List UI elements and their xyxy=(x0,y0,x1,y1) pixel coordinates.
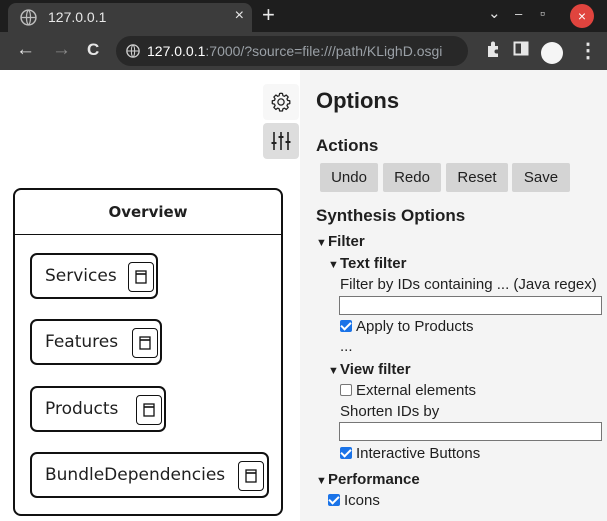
filter-regex-label: Filter by IDs containing ... (Java regex… xyxy=(340,276,597,293)
gear-icon xyxy=(271,92,291,112)
options-title: Options xyxy=(316,88,400,113)
apply-to-products-label: Apply to Products xyxy=(356,318,474,335)
collapse-icon xyxy=(245,469,257,483)
profile-avatar[interactable] xyxy=(541,42,563,64)
external-elements-label: External elements xyxy=(356,382,477,399)
performance-label: Performance xyxy=(328,471,420,488)
shorten-ids-label: Shorten IDs by xyxy=(340,403,440,420)
view-filter-category[interactable]: ▼View filter xyxy=(328,361,411,378)
external-elements-checkbox[interactable] xyxy=(340,384,352,396)
tab-close-icon[interactable]: × xyxy=(235,7,244,25)
node-bundledependencies[interactable]: BundleDependencies xyxy=(30,452,269,498)
reload-button[interactable]: C xyxy=(87,38,99,62)
text-filter-category[interactable]: ▼Text filter xyxy=(328,255,406,272)
icons-label: Icons xyxy=(344,492,380,509)
node-label: BundleDependencies xyxy=(45,465,226,485)
url-path: :7000/?source=file:///path/KLighD.osgi xyxy=(205,43,443,59)
extensions-icon[interactable] xyxy=(485,40,501,58)
expand-marker-icon: ▼ xyxy=(328,365,339,377)
forward-button[interactable]: → xyxy=(52,38,71,62)
overview-node[interactable]: Overview Services Features Products Bund… xyxy=(13,188,283,516)
more-options-ellipsis: ... xyxy=(340,338,353,355)
collapse-button[interactable] xyxy=(238,461,264,491)
tab-title: 127.0.0.1 xyxy=(48,9,107,25)
url-host: 127.0.0.1 xyxy=(147,43,206,59)
minimize-icon[interactable]: – xyxy=(515,6,522,21)
address-bar[interactable]: 127.0.0.1:7000/?source=file:///path/KLig… xyxy=(116,36,468,66)
filter-regex-input[interactable] xyxy=(339,296,602,315)
synthesis-options-button[interactable] xyxy=(263,123,299,159)
interactive-buttons-label: Interactive Buttons xyxy=(356,445,481,462)
node-services[interactable]: Services xyxy=(30,253,158,299)
node-products[interactable]: Products xyxy=(30,386,166,432)
interactive-buttons-checkbox[interactable] xyxy=(340,447,352,459)
node-label: Features xyxy=(45,332,119,352)
icons-option[interactable]: Icons xyxy=(328,492,380,509)
sliders-icon xyxy=(271,132,291,150)
new-tab-button[interactable]: + xyxy=(262,3,275,27)
expand-marker-icon: ▼ xyxy=(328,259,339,271)
external-elements-option[interactable]: External elements xyxy=(340,382,476,399)
collapse-icon xyxy=(143,403,155,417)
collapse-icon xyxy=(135,270,147,284)
collapse-button[interactable] xyxy=(136,395,162,425)
back-button[interactable]: ← xyxy=(16,38,35,62)
collapse-button[interactable] xyxy=(128,262,154,292)
side-panel-icon[interactable] xyxy=(513,40,529,58)
node-label: Products xyxy=(45,399,119,419)
tab-strip: 127.0.0.1 × + ⌄ – ▫ × xyxy=(0,0,607,32)
browser-menu-icon[interactable]: ⋮ xyxy=(578,38,598,63)
undo-button[interactable]: Undo xyxy=(320,163,378,192)
options-toggle-button[interactable] xyxy=(263,84,299,120)
browser-toolbar: ← → C 127.0.0.1:7000/?source=file:///pat… xyxy=(0,32,607,70)
collapse-button[interactable] xyxy=(132,328,158,358)
interactive-buttons-option[interactable]: Interactive Buttons xyxy=(340,445,480,462)
view-filter-label: View filter xyxy=(340,361,411,378)
icons-checkbox[interactable] xyxy=(328,494,340,506)
redo-button[interactable]: Redo xyxy=(383,163,441,192)
expand-marker-icon: ▼ xyxy=(316,237,327,249)
actions-heading: Actions xyxy=(316,136,379,155)
filter-label: Filter xyxy=(328,233,365,250)
browser-tab[interactable]: 127.0.0.1 × xyxy=(8,3,252,32)
filter-category[interactable]: ▼Filter xyxy=(316,233,365,250)
overview-title: Overview xyxy=(15,190,281,235)
window-close-button[interactable]: × xyxy=(570,4,594,28)
text-filter-label: Text filter xyxy=(340,255,407,272)
shorten-ids-input[interactable] xyxy=(339,422,602,441)
options-panel: Options Actions Undo Redo Reset Save Syn… xyxy=(300,70,607,521)
save-button[interactable]: Save xyxy=(512,163,570,192)
restore-icon[interactable]: ▫ xyxy=(540,5,545,21)
expand-marker-icon: ▼ xyxy=(316,475,327,487)
apply-to-products-option[interactable]: Apply to Products xyxy=(340,318,474,335)
url-text: 127.0.0.1:7000/?source=file:///path/KLig… xyxy=(147,36,442,66)
site-info-icon[interactable] xyxy=(126,44,140,58)
synthesis-options-heading: Synthesis Options xyxy=(316,206,466,225)
performance-category[interactable]: ▼Performance xyxy=(316,471,420,488)
globe-icon xyxy=(20,9,37,26)
collapse-icon xyxy=(139,336,151,350)
node-features[interactable]: Features xyxy=(30,319,162,365)
reset-button[interactable]: Reset xyxy=(446,163,508,192)
tab-search-icon[interactable]: ⌄ xyxy=(488,4,501,22)
node-label: Services xyxy=(45,266,117,286)
apply-to-products-checkbox[interactable] xyxy=(340,320,352,332)
